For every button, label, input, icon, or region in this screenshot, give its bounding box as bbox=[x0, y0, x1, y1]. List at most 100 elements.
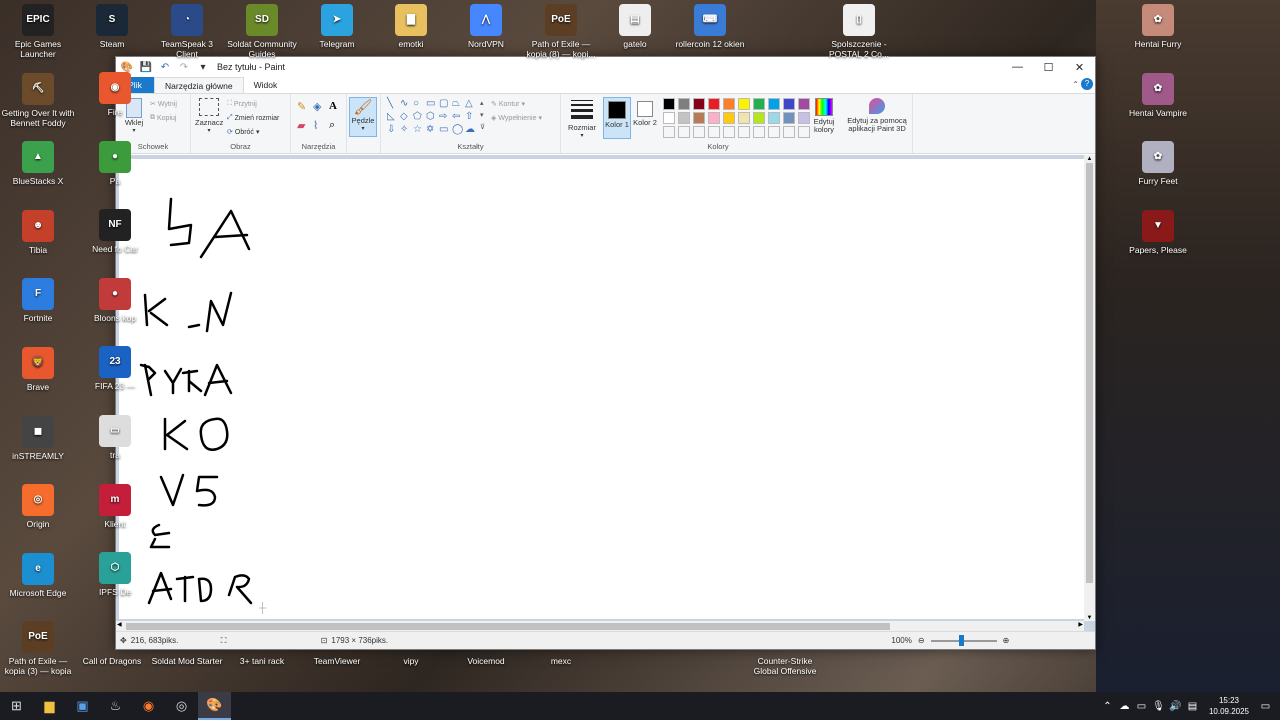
color-swatch[interactable] bbox=[738, 98, 750, 110]
color-swatch[interactable] bbox=[783, 126, 795, 138]
color-swatch[interactable] bbox=[663, 126, 675, 138]
desktop-icon[interactable]: PoE Path of Exile — kopia (3) — kopia bbox=[1, 621, 75, 676]
paint-taskbar-icon[interactable]: 🎨 bbox=[198, 692, 231, 720]
color-swatch[interactable] bbox=[753, 126, 765, 138]
crop-button[interactable]: ⛶ Przytnij bbox=[227, 100, 257, 108]
color-swatch[interactable] bbox=[663, 98, 675, 110]
left-arrow-shape-icon[interactable]: ⇦ bbox=[452, 111, 465, 123]
curve-shape-icon[interactable]: ∿ bbox=[400, 98, 413, 110]
triangle-shape-icon[interactable]: △ bbox=[465, 98, 478, 110]
desktop-icon[interactable]: F Fortnite bbox=[1, 278, 75, 323]
help-icon[interactable]: ? bbox=[1081, 78, 1093, 90]
color1-button[interactable]: Kolor 1 bbox=[603, 97, 631, 139]
four-point-star-shape-icon[interactable]: ✧ bbox=[400, 124, 413, 136]
six-point-star-shape-icon[interactable]: ✡ bbox=[426, 124, 439, 136]
color-swatch[interactable] bbox=[783, 112, 795, 124]
color-swatch[interactable] bbox=[768, 112, 780, 124]
color-swatch[interactable] bbox=[678, 98, 690, 110]
copy-button[interactable]: ⧉ Kopiuj bbox=[150, 114, 176, 122]
desktop-icon[interactable]: ◎ Origin bbox=[1, 484, 75, 529]
line-shape-icon[interactable]: ╲ bbox=[387, 98, 400, 110]
desktop-icon[interactable]: ▭ tra bbox=[78, 415, 152, 460]
color-swatch[interactable] bbox=[723, 126, 735, 138]
color-swatch[interactable] bbox=[678, 126, 690, 138]
desktop-icon[interactable]: 🦁 Brave bbox=[1, 347, 75, 392]
pencil-icon[interactable]: ✎ bbox=[297, 100, 313, 113]
collapse-ribbon-icon[interactable]: ⌃ bbox=[1072, 80, 1079, 89]
horizontal-scroll-thumb[interactable] bbox=[126, 623, 890, 630]
diamond-shape-icon[interactable]: ◇ bbox=[400, 111, 413, 123]
color-swatch[interactable] bbox=[708, 126, 720, 138]
microphone-icon[interactable]: 🎙 bbox=[1150, 701, 1167, 712]
color-swatch[interactable] bbox=[753, 98, 765, 110]
right-arrow-shape-icon[interactable]: ⇨ bbox=[439, 111, 452, 123]
color-swatch[interactable] bbox=[708, 98, 720, 110]
desktop-icon[interactable]: ▯ Spolszczenie - POSTAL 2 Co... bbox=[822, 4, 896, 59]
rotate-button[interactable]: ⟳ Obróć ▾ bbox=[227, 128, 259, 137]
color-swatch[interactable] bbox=[738, 112, 750, 124]
magnifier-icon[interactable]: ⌕ bbox=[329, 119, 345, 132]
taskbar-app-icon[interactable]: ▣ bbox=[66, 692, 99, 720]
zoom-slider[interactable] bbox=[930, 634, 997, 646]
fill-bucket-icon[interactable]: ◈ bbox=[313, 100, 329, 113]
callout-rectangle-shape-icon[interactable]: ▭ bbox=[439, 124, 452, 136]
wifi-icon[interactable]: ▤ bbox=[1184, 701, 1201, 712]
desktop-icon[interactable]: ⛏ Getting Over It with Bennett Foddy bbox=[1, 72, 75, 128]
desktop-icon[interactable]: ⋀ NordVPN bbox=[449, 4, 523, 49]
color-swatch[interactable] bbox=[693, 98, 705, 110]
desktop-icon[interactable]: ● Bloons kop bbox=[78, 277, 152, 323]
hexagon-shape-icon[interactable]: ⬡ bbox=[426, 111, 439, 123]
color-swatch[interactable] bbox=[693, 112, 705, 124]
color-swatch[interactable] bbox=[723, 112, 735, 124]
maximize-button[interactable]: ☐ bbox=[1033, 57, 1064, 77]
desktop-icon[interactable]: e Microsoft Edge bbox=[1, 552, 75, 598]
desktop-icon[interactable]: S Steam bbox=[75, 4, 149, 49]
shapes-gallery[interactable]: ╲ ∿ ○ ▭ ▢ ⏢ △ ◺ ◇ ⬠ ⬡ ⇨ ⇦ ⇧ ⇩ ✧ ☆ ✡ ▭ ◯ bbox=[387, 98, 478, 136]
desktop-icon[interactable]: ✿ Furry Feet bbox=[1121, 141, 1195, 186]
color-swatch[interactable] bbox=[663, 112, 675, 124]
desktop-icon[interactable]: 23 FIFA 23 — bbox=[78, 346, 152, 391]
minimize-button[interactable]: — bbox=[1002, 57, 1033, 77]
desktop-icon[interactable]: SD Soldat Community Guides bbox=[225, 4, 299, 59]
color-picker-icon[interactable]: ⌇ bbox=[313, 119, 329, 132]
desktop-icon[interactable]: ▲ BlueStacks X bbox=[1, 141, 75, 186]
eraser-icon[interactable]: ▰ bbox=[297, 119, 313, 132]
desktop-icon[interactable]: m Klient bbox=[78, 483, 152, 529]
color-swatch[interactable] bbox=[723, 98, 735, 110]
desktop-icon[interactable]: ▇ emotki bbox=[374, 4, 448, 49]
size-button[interactable]: Rozmiar ▾ bbox=[567, 98, 597, 139]
drawing-canvas[interactable]: ┼ bbox=[119, 159, 1085, 619]
teamspeak-icon[interactable]: ◎ bbox=[165, 692, 198, 720]
desktop-icon[interactable]: EPIC Epic Games Launcher bbox=[1, 4, 75, 59]
zoom-in-button[interactable]: ⊕ bbox=[1003, 636, 1010, 645]
desktop-icon[interactable]: ☻ Tibia bbox=[1, 209, 75, 255]
five-point-star-shape-icon[interactable]: ☆ bbox=[413, 124, 426, 136]
desktop-icon[interactable]: ⬡ IPFS De bbox=[78, 552, 152, 597]
callout-oval-shape-icon[interactable]: ◯ bbox=[452, 124, 465, 136]
color-swatch[interactable] bbox=[678, 112, 690, 124]
redo-icon[interactable]: ↷ bbox=[176, 60, 192, 74]
desktop-icon[interactable]: mexc bbox=[524, 656, 598, 666]
callout-cloud-shape-icon[interactable]: ☁ bbox=[465, 124, 478, 136]
desktop-icon[interactable]: Call of Dragons bbox=[75, 656, 149, 666]
desktop-icon[interactable]: Counter-Strike Global Offensive bbox=[748, 656, 822, 676]
vertical-scroll-thumb[interactable] bbox=[1086, 163, 1093, 583]
desktop-icon[interactable]: 3+ tani rack bbox=[225, 656, 299, 666]
tab-view[interactable]: Widok bbox=[244, 77, 288, 93]
edit-colors-button[interactable]: Edytuj kolory bbox=[807, 98, 841, 134]
right-triangle-shape-icon[interactable]: ◺ bbox=[387, 111, 400, 123]
color-swatch[interactable] bbox=[693, 126, 705, 138]
desktop-icon[interactable]: ⌨ rollercoin 12 okien bbox=[673, 4, 747, 49]
start-windows-icon[interactable]: ⊞ bbox=[0, 692, 33, 720]
paint3d-button[interactable]: Edytuj za pomocą aplikacji Paint 3D bbox=[843, 98, 911, 133]
desktop-icon[interactable]: vipy bbox=[374, 656, 448, 666]
desktop-icon[interactable]: ▤ gatelo bbox=[598, 4, 672, 49]
oval-shape-icon[interactable]: ○ bbox=[413, 98, 426, 110]
clock[interactable]: 15:23 10.09.2025 bbox=[1209, 695, 1249, 717]
desktop-icon[interactable]: PoE Path of Exile — kopia (8) — kopi... bbox=[524, 4, 598, 59]
color-swatch[interactable] bbox=[768, 98, 780, 110]
network-icon[interactable]: ▭ bbox=[1133, 701, 1150, 712]
zoom-slider-thumb[interactable] bbox=[958, 634, 964, 646]
resize-button[interactable]: ⤢ Zmień rozmiar bbox=[227, 114, 279, 122]
brushes-button[interactable]: 🖌 Pędzle ▾ bbox=[349, 97, 377, 137]
